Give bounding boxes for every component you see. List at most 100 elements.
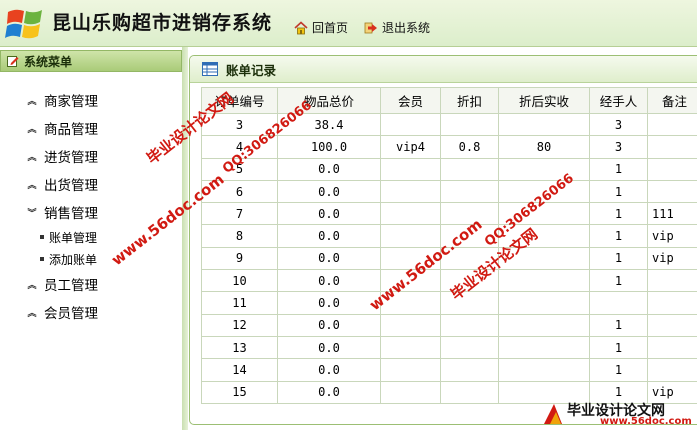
table-cell xyxy=(647,291,697,315)
table-cell: 3 xyxy=(201,112,278,137)
table-cell xyxy=(440,291,499,315)
table-row: 6 0.0 1 xyxy=(201,179,697,204)
table-cell: vip4 xyxy=(380,135,441,159)
table-cell xyxy=(380,202,441,226)
sidebar-subitem-add-bill[interactable]: 添加账单 xyxy=(0,248,182,270)
table-icon xyxy=(202,62,218,76)
table-cell xyxy=(380,157,441,181)
table-row: 12 0.0 1 xyxy=(201,313,697,337)
table-row: 13 0.0 1 xyxy=(201,335,697,360)
home-link[interactable]: 回首页 xyxy=(294,19,348,36)
table-cell: 1 xyxy=(589,358,648,382)
table-cell: 1 xyxy=(589,335,648,360)
table-cell xyxy=(647,313,697,337)
sidebar-divider[interactable] xyxy=(182,47,188,430)
table-cell xyxy=(440,157,499,181)
table-cell xyxy=(440,269,499,293)
table-cell: 1 xyxy=(589,313,648,337)
table-cell: vip xyxy=(647,224,697,248)
table-cell xyxy=(440,224,499,248)
table-cell xyxy=(380,291,441,315)
table-cell xyxy=(380,179,441,204)
bullet-icon xyxy=(40,257,44,261)
table-cell xyxy=(647,358,697,382)
column-header: 物品总价 xyxy=(277,87,381,114)
chevron-up-icon: ︽ xyxy=(27,152,37,163)
table-cell: 14 xyxy=(201,358,278,382)
table-cell: 0.0 xyxy=(277,224,381,248)
column-header: 折扣 xyxy=(440,87,499,114)
column-header: 折后实收 xyxy=(498,87,590,114)
column-header: 备注 xyxy=(647,87,697,114)
table-cell xyxy=(440,335,499,360)
table-cell: 8 xyxy=(201,224,278,248)
table-cell xyxy=(380,313,441,337)
home-icon xyxy=(294,20,308,34)
sidebar-subitem-label: 账单管理 xyxy=(49,230,98,245)
table-cell xyxy=(498,246,590,271)
table-cell xyxy=(440,380,499,404)
table-cell: 5 xyxy=(201,157,278,181)
table-cell xyxy=(647,179,697,204)
table-cell: 1 xyxy=(589,246,648,271)
table-cell xyxy=(647,335,697,360)
column-header: 经手人 xyxy=(589,87,648,114)
table-row: 10 0.0 1 xyxy=(201,269,697,293)
table-row: 8 0.0 1 vip xyxy=(201,224,697,248)
panel-title: 账单记录 xyxy=(226,62,277,78)
chevron-up-icon: ︽ xyxy=(27,96,37,107)
table-cell: 3 xyxy=(589,112,648,137)
app-header: 昆山乐购超市进销存系统 回首页 退出系统 xyxy=(0,0,697,47)
sidebar-item-member[interactable]: ︽ 会员管理 xyxy=(0,298,182,326)
table-cell: 0.0 xyxy=(277,246,381,271)
sidebar-item-purchase[interactable]: ︽ 进货管理 xyxy=(0,142,182,170)
table-row: 3 38.4 3 xyxy=(201,112,697,137)
sidebar-item-merchant[interactable]: ︽ 商家管理 xyxy=(0,86,182,114)
sidebar-item-label: 商家管理 xyxy=(44,94,98,110)
chevron-up-icon: ︽ xyxy=(27,124,37,135)
table-cell xyxy=(498,335,590,360)
sidebar-item-sales[interactable]: ︾ 销售管理 xyxy=(0,198,182,226)
table-cell xyxy=(498,313,590,337)
table-cell xyxy=(498,224,590,248)
column-header: 订单编号 xyxy=(201,87,278,114)
table-cell: 0.0 xyxy=(277,179,381,204)
table-cell: 80 xyxy=(498,135,590,159)
sidebar-item-label: 进货管理 xyxy=(44,150,98,166)
sidebar-subitem-label: 添加账单 xyxy=(49,252,98,267)
sidebar-item-staff[interactable]: ︽ 员工管理 xyxy=(0,270,182,298)
exit-arrow-icon xyxy=(364,22,377,33)
sidebar-item-product[interactable]: ︽ 商品管理 xyxy=(0,114,182,142)
table-cell: vip xyxy=(647,246,697,271)
table-cell xyxy=(498,358,590,382)
table-cell: 0.0 xyxy=(277,380,381,404)
table-row: 5 0.0 1 xyxy=(201,157,697,181)
table-cell xyxy=(498,112,590,137)
table-cell xyxy=(440,358,499,382)
table-header-row: 订单编号 物品总价 会员 折扣 折后实收 经手人 备注 xyxy=(201,87,697,114)
sidebar-item-label: 员工管理 xyxy=(44,278,98,294)
table-cell xyxy=(647,269,697,293)
sidebar-item-shipment[interactable]: ︽ 出货管理 xyxy=(0,170,182,198)
table-row: 14 0.0 1 xyxy=(201,358,697,382)
exit-link[interactable]: 退出系统 xyxy=(364,19,430,36)
table-cell: 9 xyxy=(201,246,278,271)
table-cell: 1 xyxy=(589,224,648,248)
sidebar-subitem-bills[interactable]: 账单管理 xyxy=(0,226,182,248)
table-cell: 0.0 xyxy=(277,291,381,315)
table-cell xyxy=(380,224,441,248)
table-cell xyxy=(647,157,697,181)
table-cell xyxy=(647,112,697,137)
table-row: 7 0.0 1 111 xyxy=(201,202,697,226)
table-cell: 0.0 xyxy=(277,157,381,181)
table-cell: 111 xyxy=(647,202,697,226)
sidebar-item-label: 商品管理 xyxy=(44,122,98,138)
table-row: 4 100.0 vip4 0.8 80 3 xyxy=(201,135,697,159)
table-cell xyxy=(498,157,590,181)
table-cell: 0.0 xyxy=(277,202,381,226)
table-cell xyxy=(498,202,590,226)
table-cell xyxy=(589,291,648,315)
table-cell: 0.0 xyxy=(277,358,381,382)
column-header: 会员 xyxy=(380,87,441,114)
table-cell: 0.0 xyxy=(277,335,381,360)
